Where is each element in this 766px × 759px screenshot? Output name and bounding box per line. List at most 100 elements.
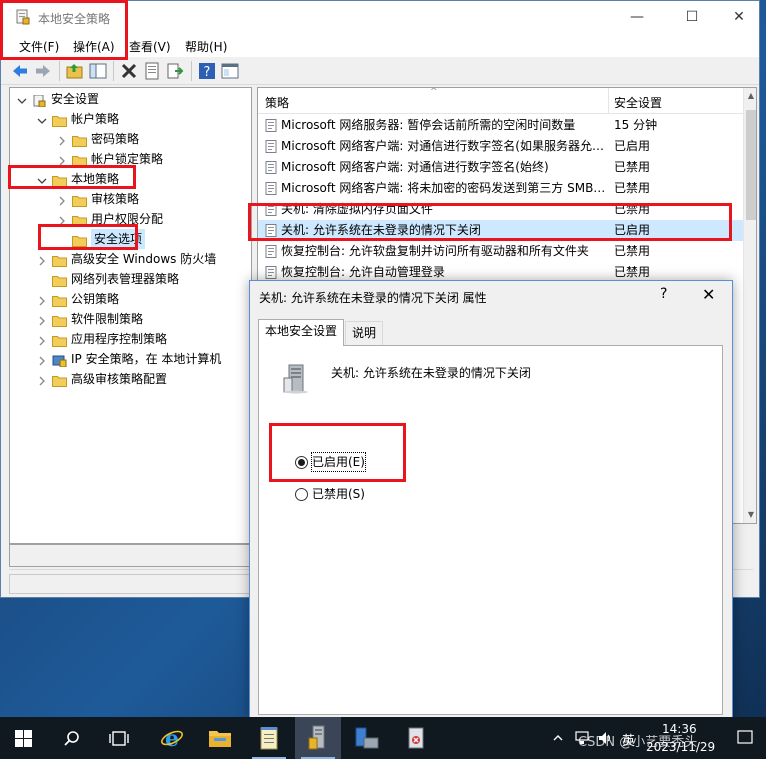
toolbar-separator xyxy=(59,61,60,81)
chevron-right-icon[interactable] xyxy=(36,333,48,346)
menu-view[interactable]: 查看(V) xyxy=(129,38,171,55)
tree-item-label: 帐户策略 xyxy=(71,112,120,126)
tab-page: 关机: 允许系统在未登录的情况下关闭 已启用(E) 已禁用(S) xyxy=(258,345,723,715)
back-arrow-icon[interactable] xyxy=(11,62,29,80)
policy-setting-icon xyxy=(265,119,277,132)
table-row[interactable]: 关机: 允许系统在未登录的情况下关闭 已启用 xyxy=(258,220,743,241)
table-row[interactable]: 关机: 清除虚拟内存页面文件 已禁用 xyxy=(258,199,743,220)
tree-item-label: 高级安全 Windows 防火墙 xyxy=(71,252,217,266)
details-icon[interactable] xyxy=(221,62,239,80)
taskbar-app-server-manager[interactable] xyxy=(344,717,390,759)
clock-time[interactable]: 14:36 xyxy=(662,722,697,736)
chevron-right-icon[interactable] xyxy=(56,193,68,206)
properties-icon[interactable] xyxy=(143,62,161,80)
table-row[interactable]: Microsoft 网络服务器: 暂停会话前所需的空闲时间数量 15 分钟 xyxy=(258,115,743,136)
policy-name-cell: 关机: 允许系统在未登录的情况下关闭 xyxy=(281,223,481,237)
chevron-right-icon[interactable] xyxy=(36,293,48,306)
taskbar-app-ie[interactable]: e xyxy=(148,717,194,759)
search-icon xyxy=(64,731,79,746)
chevron-right-icon[interactable] xyxy=(56,133,68,146)
chevron-right-icon[interactable] xyxy=(36,373,48,386)
tree-item-label: 应用程序控制策略 xyxy=(71,332,168,346)
tree-horizontal-scrollbar[interactable] xyxy=(9,544,252,567)
column-header-policy[interactable]: 策略 xyxy=(265,94,289,111)
svg-text:e: e xyxy=(165,726,179,750)
column-divider[interactable] xyxy=(608,88,609,114)
menu-help[interactable]: 帮助(H) xyxy=(185,38,227,55)
option-enabled-label: 已启用(E) xyxy=(311,452,366,472)
chevron-right-icon[interactable] xyxy=(56,213,68,226)
chevron-right-icon[interactable] xyxy=(56,153,68,166)
navigation-tree: 安全设置 帐户策略 密码策略 帐户锁定策略 本地策略 审核策略 用户权限分配 安全选项 高级安全… xyxy=(9,87,252,544)
table-row[interactable]: Microsoft 网络客户端: 对通信进行数字签名(始终) 已禁用 xyxy=(258,157,743,178)
security-settings-icon xyxy=(32,93,47,108)
chevron-right-icon[interactable] xyxy=(36,353,48,366)
minimize-button[interactable]: — xyxy=(626,7,648,27)
radio-disabled[interactable] xyxy=(295,488,308,501)
policy-setting-icon xyxy=(265,245,277,258)
folder-icon xyxy=(52,113,67,127)
policy-setting-cell: 已禁用 xyxy=(614,202,651,216)
chevron-down-icon[interactable] xyxy=(16,93,28,105)
search-button[interactable] xyxy=(48,717,94,759)
forward-arrow-icon[interactable] xyxy=(34,62,52,80)
radio-enabled[interactable] xyxy=(295,456,308,469)
delete-icon[interactable] xyxy=(120,62,138,80)
folder-icon xyxy=(72,153,87,167)
folder-icon xyxy=(72,233,87,247)
scroll-down-arrow-icon[interactable]: ▼ xyxy=(744,507,756,523)
dialog-help-button[interactable]: ? xyxy=(660,286,667,302)
taskbar-app-explorer[interactable] xyxy=(197,717,243,759)
tab-explain[interactable]: 说明 xyxy=(345,321,384,345)
policy-name-cell: Microsoft 网络客户端: 对通信进行数字签名(始终) xyxy=(281,160,549,174)
dialog-close-button[interactable]: ✕ xyxy=(702,285,715,304)
notification-icon[interactable] xyxy=(736,729,754,747)
no-expander xyxy=(56,233,68,245)
maximize-button[interactable]: ☐ xyxy=(681,7,703,27)
table-row[interactable]: Microsoft 网络客户端: 将未加密的密码发送到第三方 SMB… 已禁用 xyxy=(258,178,743,199)
menu-file[interactable]: 文件(F) xyxy=(19,38,59,55)
folder-icon xyxy=(52,373,67,387)
taskbar-app-local-security-policy[interactable] xyxy=(295,717,341,759)
clock-date[interactable]: 2023/11/29 xyxy=(646,740,715,754)
tab-local-security-setting[interactable]: 本地安全设置 xyxy=(258,319,345,346)
file-explorer-icon xyxy=(209,731,231,747)
window-title: 本地安全策略 xyxy=(38,12,111,26)
scroll-up-arrow-icon[interactable]: ▲ xyxy=(744,88,756,104)
ip-security-icon xyxy=(52,353,67,368)
table-row[interactable]: Microsoft 网络客户端: 对通信进行数字签名(如果服务器允… 已启用 xyxy=(258,136,743,157)
option-disabled-label: 已禁用(S) xyxy=(312,487,365,501)
up-folder-icon[interactable] xyxy=(66,62,84,80)
policy-name-cell: Microsoft 网络客户端: 对通信进行数字签名(如果服务器允… xyxy=(281,139,604,153)
policy-setting-cell: 已启用 xyxy=(614,223,651,237)
start-button[interactable] xyxy=(0,717,46,759)
chevron-down-icon[interactable] xyxy=(36,113,48,125)
table-row[interactable]: 恢复控制台: 允许软盘复制并访问所有驱动器和所有文件夹 已禁用 xyxy=(258,241,743,262)
taskbar-app-system-tool[interactable] xyxy=(393,717,439,759)
folder-icon xyxy=(52,293,67,307)
menu-action[interactable]: 操作(A) xyxy=(73,38,115,55)
tree-item-label: 密码策略 xyxy=(91,132,140,146)
column-header-setting[interactable]: 安全设置 xyxy=(614,94,662,111)
help-icon[interactable]: ? xyxy=(198,62,216,80)
folder-icon xyxy=(72,133,87,147)
chevron-right-icon[interactable] xyxy=(36,313,48,326)
chevron-down-icon[interactable] xyxy=(36,173,48,185)
scroll-thumb[interactable] xyxy=(746,110,756,220)
chevron-right-icon[interactable] xyxy=(36,253,48,266)
title-bar[interactable]: 本地安全策略 — ☐ ✕ xyxy=(1,1,759,33)
policy-name-cell: Microsoft 网络服务器: 暂停会话前所需的空闲时间数量 xyxy=(281,118,576,132)
show-tree-icon[interactable] xyxy=(89,62,107,80)
policy-setting-icon xyxy=(265,140,277,153)
firewall-folder-icon xyxy=(52,253,67,267)
list-vertical-scrollbar[interactable]: ▲ ▼ xyxy=(743,88,756,523)
tree-item-label: 公钥策略 xyxy=(71,292,120,306)
policy-name-cell: Microsoft 网络客户端: 将未加密的密码发送到第三方 SMB… xyxy=(281,181,606,195)
close-button[interactable]: ✕ xyxy=(728,7,750,27)
properties-dialog: 关机: 允许系统在未登录的情况下关闭 属性 ? ✕ 本地安全设置 说明 关机: … xyxy=(249,280,733,720)
toolbar-separator xyxy=(113,61,114,81)
task-view-button[interactable] xyxy=(96,717,142,759)
chevron-up-icon[interactable] xyxy=(552,732,564,744)
export-list-icon[interactable] xyxy=(166,62,184,80)
taskbar-app-notepad[interactable] xyxy=(246,717,292,759)
